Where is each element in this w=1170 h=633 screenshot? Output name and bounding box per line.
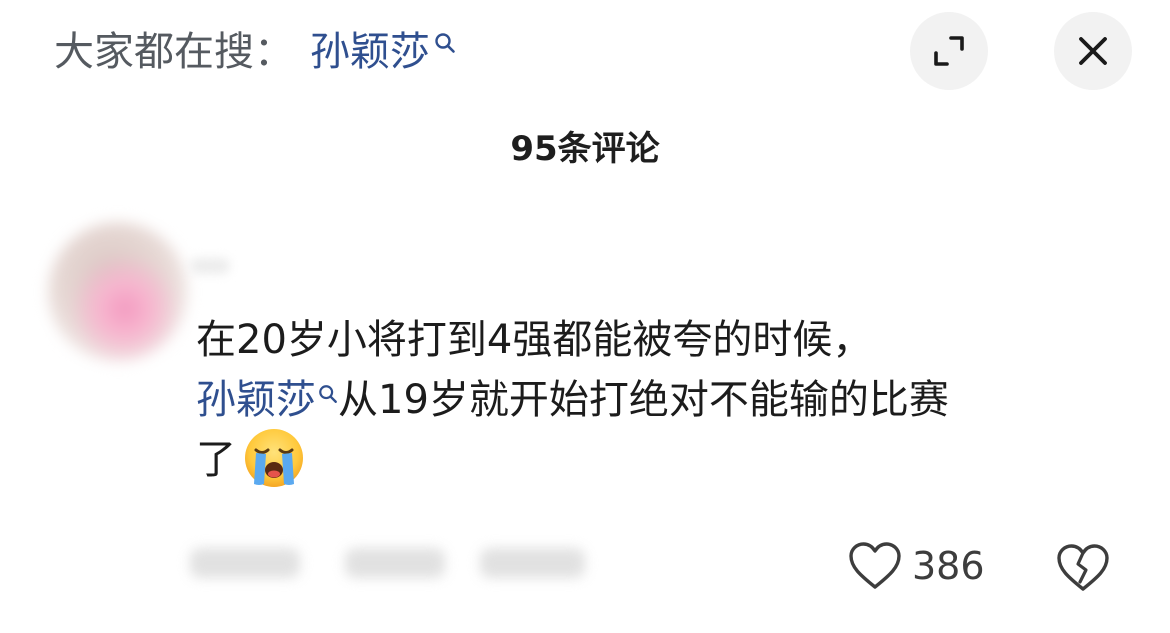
mention-link[interactable]: 孙颖莎 (196, 370, 338, 430)
search-icon (435, 33, 455, 53)
trending-search-label: 大家都在搜： (54, 29, 294, 75)
broken-heart-icon[interactable] (1056, 540, 1110, 594)
expand-icon (934, 36, 964, 66)
avatar[interactable] (48, 222, 188, 362)
trending-search-link[interactable]: 孙颖莎 (310, 22, 456, 82)
comment-count-title: 95条评论 (510, 129, 660, 169)
close-button[interactable] (1054, 12, 1132, 90)
comment-line-2: 孙颖莎 从19岁就开始打绝对不能输的比赛 (196, 370, 1136, 430)
loudly-crying-face-emoji (245, 429, 303, 487)
close-icon (1079, 37, 1107, 65)
expand-button[interactable] (910, 12, 988, 90)
comment-line-2-rest: 从19岁就开始打绝对不能输的比赛 (338, 377, 949, 423)
search-icon (319, 385, 337, 403)
like-button[interactable]: 386 (848, 536, 985, 596)
heart-outline-icon (849, 542, 901, 589)
comment-meta-redacted (345, 548, 445, 578)
comment-text: 在20岁小将打到4强都能被夸的时候， 孙颖莎 从19岁就开始打绝对不能输的比赛 … (196, 310, 1136, 490)
mention-text[interactable]: 孙颖莎 (196, 370, 316, 430)
comment-meta-redacted (480, 548, 585, 578)
comment-line-3: 了 (196, 429, 1136, 490)
comment-line-3-text: 了 (196, 437, 236, 483)
username-redacted (190, 258, 230, 274)
comment-meta-redacted (190, 548, 300, 578)
like-count: 386 (912, 544, 985, 588)
trending-search-bar: 大家都在搜： 孙颖莎 (54, 22, 456, 82)
comment-line-1: 在20岁小将打到4强都能被夸的时候， (196, 317, 873, 363)
trending-search-term[interactable]: 孙颖莎 (310, 22, 430, 82)
